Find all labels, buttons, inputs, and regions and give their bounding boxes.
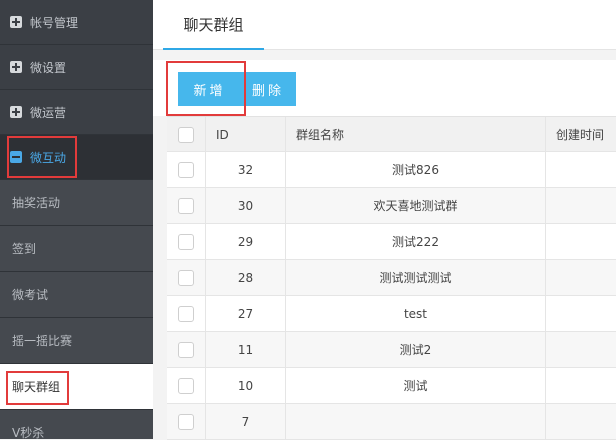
sidebar-item-label: 抽奖活动 <box>12 196 61 210</box>
sidebar-item-checkin[interactable]: 签到 <box>0 226 153 272</box>
sidebar-item-shake-contest[interactable]: 摇一摇比赛 <box>0 318 153 364</box>
row-created <box>546 188 616 223</box>
table-header-row: ID 群组名称 创建时间 <box>167 116 616 152</box>
row-id: 28 <box>206 260 286 295</box>
column-header-created[interactable]: 创建时间 <box>546 117 616 152</box>
row-checkbox[interactable] <box>178 377 194 394</box>
sidebar-item-label: 微设置 <box>30 60 67 75</box>
sidebar-item-settings[interactable]: 微设置 <box>0 45 153 90</box>
row-id: 11 <box>206 332 286 367</box>
tab-bar: 聊天群组 <box>153 0 616 50</box>
row-id: 30 <box>206 188 286 223</box>
table-row: 32 测试826 <box>167 152 616 188</box>
row-group-name: 测试测试测试 <box>286 260 546 295</box>
table-row: 11 测试2 <box>167 332 616 368</box>
row-group-name <box>286 404 546 439</box>
row-created <box>546 368 616 403</box>
sidebar-item-flash-sale[interactable]: V秒杀 <box>0 410 153 439</box>
row-group-name: 测试826 <box>286 152 546 187</box>
sidebar-item-label: 微互动 <box>30 150 67 165</box>
toolbar: 新增 删除 <box>153 60 616 116</box>
row-group-name: 测试222 <box>286 224 546 259</box>
add-button[interactable]: 新增 <box>178 72 241 106</box>
row-checkbox[interactable] <box>178 269 194 286</box>
row-group-name: test <box>286 296 546 331</box>
sidebar-item-label: V秒杀 <box>12 426 45 439</box>
table-row: 10 测试 <box>167 368 616 404</box>
sidebar-item-exam[interactable]: 微考试 <box>0 272 153 318</box>
row-checkbox[interactable] <box>178 233 194 250</box>
table-row: 28 测试测试测试 <box>167 260 616 296</box>
row-id: 10 <box>206 368 286 403</box>
column-header-id[interactable]: ID <box>206 117 286 152</box>
sidebar-item-lottery[interactable]: 抽奖活动 <box>0 180 153 226</box>
delete-button[interactable]: 删除 <box>240 72 296 106</box>
row-group-name: 测试2 <box>286 332 546 367</box>
row-created <box>546 404 616 439</box>
row-group-name: 测试 <box>286 368 546 403</box>
row-checkbox[interactable] <box>178 161 194 178</box>
table-row: 29 测试222 <box>167 224 616 260</box>
row-id: 27 <box>206 296 286 331</box>
sidebar-item-operations[interactable]: 微运营 <box>0 90 153 135</box>
row-created <box>546 152 616 187</box>
row-checkbox[interactable] <box>178 305 194 322</box>
row-created <box>546 296 616 331</box>
row-id: 32 <box>206 152 286 187</box>
row-created <box>546 332 616 367</box>
expand-plus-icon <box>10 16 22 28</box>
expand-plus-icon <box>10 61 22 73</box>
main-content: 聊天群组 新增 删除 ID 群组名称 创建时间 32 测试826 30 欢天喜地… <box>153 0 616 440</box>
collapse-minus-icon <box>10 151 22 163</box>
row-created <box>546 260 616 295</box>
tab-chat-groups[interactable]: 聊天群组 <box>163 0 264 50</box>
sidebar-item-label: 摇一摇比赛 <box>12 334 73 348</box>
sidebar-item-interaction[interactable]: 微互动 <box>0 135 153 180</box>
row-checkbox[interactable] <box>178 197 194 214</box>
table-row: 7 <box>167 404 616 440</box>
row-checkbox[interactable] <box>178 413 194 430</box>
select-all-checkbox[interactable] <box>178 126 194 143</box>
row-checkbox[interactable] <box>178 341 194 358</box>
row-created <box>546 224 616 259</box>
sidebar-item-label: 微运营 <box>30 105 67 120</box>
column-header-name[interactable]: 群组名称 <box>286 117 546 152</box>
row-id: 29 <box>206 224 286 259</box>
sidebar: 帐号管理 微设置 微运营 微互动 抽奖活动 签到 微考试 摇一摇比赛 聊天群组 … <box>0 0 153 439</box>
row-group-name: 欢天喜地测试群 <box>286 188 546 223</box>
row-id: 7 <box>206 404 286 439</box>
table-row: 30 欢天喜地测试群 <box>167 188 616 224</box>
sidebar-item-label: 聊天群组 <box>12 380 61 394</box>
sidebar-item-label: 签到 <box>12 242 37 256</box>
sidebar-item-account[interactable]: 帐号管理 <box>0 0 153 45</box>
sidebar-item-chat-groups[interactable]: 聊天群组 <box>0 364 153 410</box>
sidebar-item-label: 帐号管理 <box>30 15 79 30</box>
table-row: 27 test <box>167 296 616 332</box>
sidebar-item-label: 微考试 <box>12 288 49 302</box>
expand-plus-icon <box>10 106 22 118</box>
